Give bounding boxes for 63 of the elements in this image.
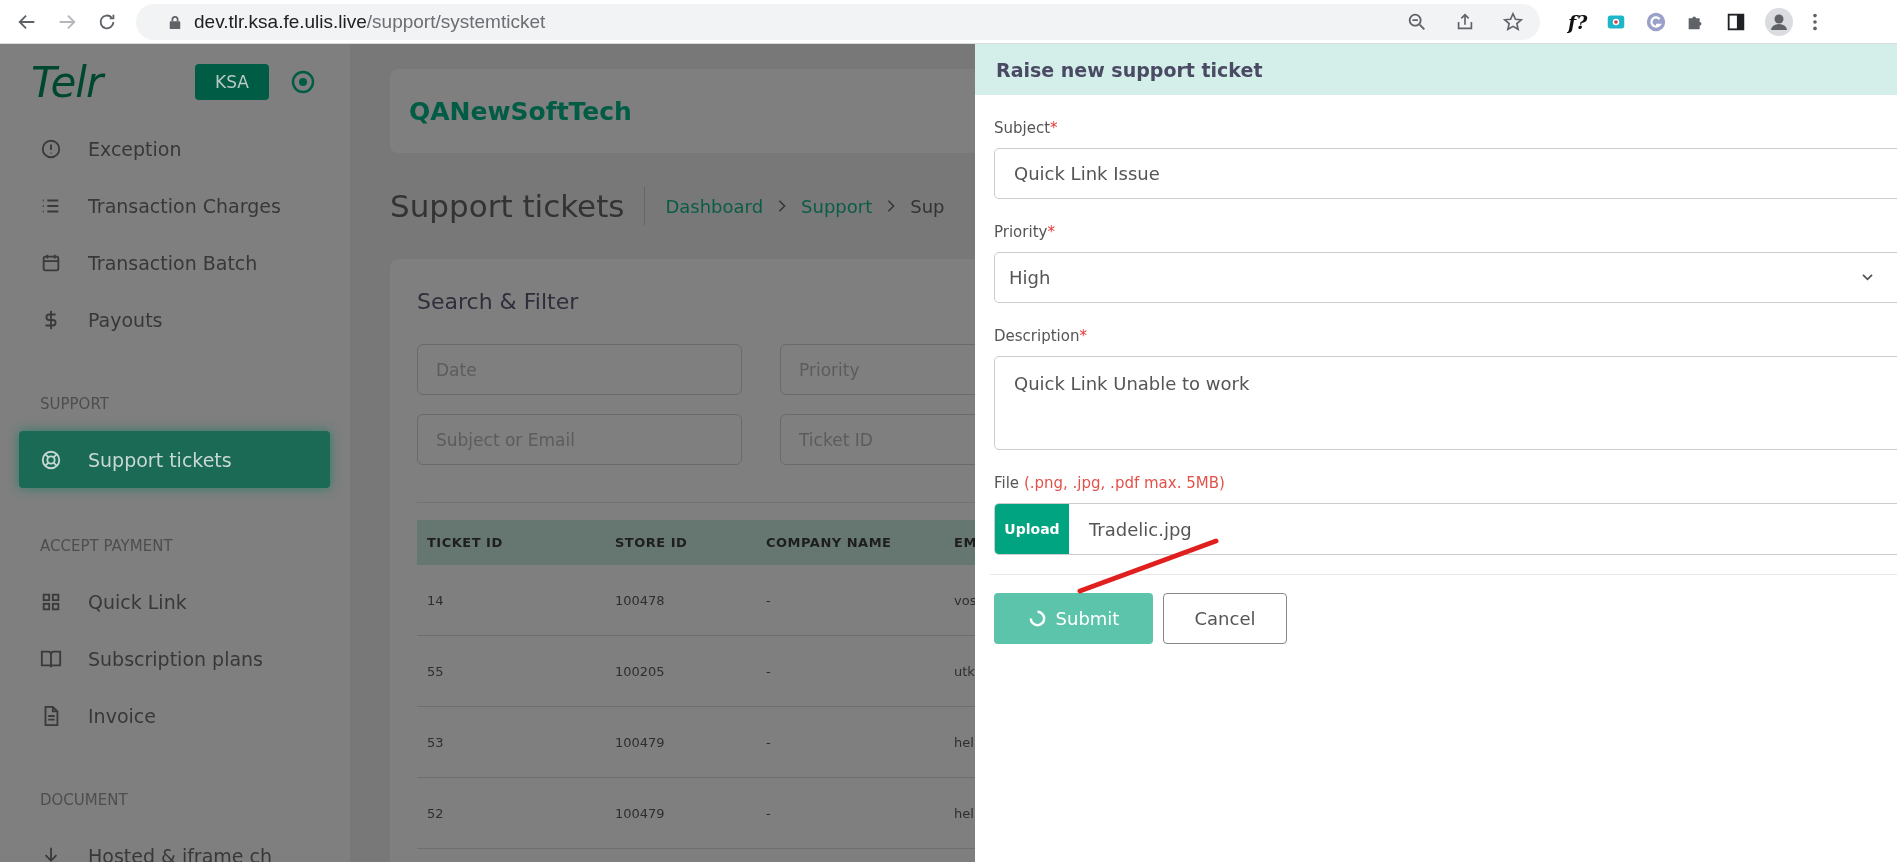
- required-mark: *: [1079, 327, 1087, 345]
- sidebar-item[interactable]: Transaction Batch: [19, 234, 330, 291]
- table-cell: -: [766, 592, 771, 608]
- filter-title: Search & Filter: [417, 289, 580, 314]
- sidebar-item[interactable]: Support tickets: [19, 431, 330, 488]
- profile-icon[interactable]: [1765, 7, 1794, 36]
- company-name: QANewSoftTech: [409, 96, 632, 126]
- column-header: TICKET ID: [417, 520, 605, 565]
- sidebar-item[interactable]: Exception: [19, 120, 330, 177]
- subject-field[interactable]: Quick Link Issue: [994, 148, 1897, 199]
- alert-icon: [40, 137, 62, 160]
- extension-button[interactable]: f?: [1568, 10, 1588, 33]
- table-cell: 14: [427, 592, 444, 608]
- field-label: Priority: [994, 223, 1048, 241]
- chevron-icon: [886, 199, 897, 213]
- table-cell: -: [766, 663, 771, 679]
- table-cell: 55: [427, 663, 444, 679]
- field-label: Description: [994, 327, 1080, 345]
- submit-button[interactable]: Submit: [994, 593, 1153, 644]
- column-header: STORE ID: [605, 520, 756, 565]
- sidebar-item[interactable]: Subscription plans: [19, 630, 330, 687]
- priority-select[interactable]: High: [994, 252, 1897, 303]
- required-mark: *: [1047, 223, 1055, 241]
- page-title: Support tickets: [390, 188, 625, 224]
- sidebar-item[interactable]: Transaction Charges: [19, 177, 330, 234]
- breadcrumb-link[interactable]: Support: [801, 195, 873, 217]
- lifebuoy-icon: [40, 448, 62, 471]
- logo[interactable]: Telr: [31, 57, 195, 107]
- chevron-down-icon: [1861, 273, 1874, 282]
- chevron-icon: [777, 199, 788, 213]
- region-badge[interactable]: KSA: [195, 64, 269, 100]
- table-cell: 100479: [615, 805, 665, 821]
- table-cell: hel: [954, 805, 974, 821]
- address-bar[interactable]: dev.tlr.ksa.fe.ulis.live/support/systemticket: [136, 3, 1540, 40]
- breadcrumb-link[interactable]: Dashboard: [665, 195, 764, 217]
- spinner-icon: [1027, 609, 1047, 628]
- breadcrumb-current: Sup: [910, 195, 945, 217]
- table-cell: hel: [954, 734, 974, 750]
- table-cell: 100479: [615, 734, 665, 750]
- column-header: COMPANY NAME: [756, 520, 944, 565]
- sidebar-item[interactable]: Payouts: [19, 291, 330, 348]
- panel-title: Raise new support ticket: [996, 58, 1263, 81]
- star-icon[interactable]: [1502, 10, 1524, 33]
- table-cell: 53: [427, 734, 444, 750]
- field-label: File: [994, 474, 1020, 492]
- field-label: Subject: [994, 119, 1051, 137]
- file-hint: (.png, .jpg, .pdf max. 5MB): [1023, 474, 1225, 492]
- cancel-button[interactable]: Cancel: [1163, 593, 1287, 644]
- description-field[interactable]: Quick Link Unable to work: [994, 356, 1897, 450]
- required-mark: *: [1050, 119, 1058, 137]
- table-cell: 100478: [615, 592, 665, 608]
- table-cell: vos: [954, 592, 975, 608]
- column-header: EM: [944, 520, 975, 565]
- table-cell: 100205: [615, 663, 665, 679]
- table-cell: -: [766, 805, 771, 821]
- extension-circle-icon[interactable]: [1645, 10, 1668, 33]
- sidebar-item[interactable]: Invoice: [19, 687, 330, 744]
- table-cell: utk: [954, 663, 975, 679]
- table-cell: 52: [427, 805, 444, 821]
- lock-icon: [168, 13, 182, 30]
- sidebar-item[interactable]: Hosted & iframe ch: [19, 827, 330, 862]
- sidebar-item[interactable]: Quick Link: [19, 573, 330, 630]
- table-cell: -: [766, 734, 771, 750]
